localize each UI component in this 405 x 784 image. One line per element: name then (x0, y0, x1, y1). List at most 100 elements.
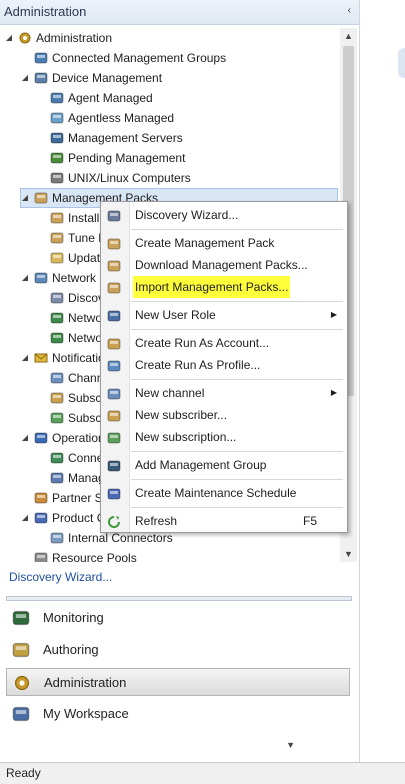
tree-item-label: Management Servers (68, 131, 183, 145)
tree-item-label: Administration (36, 31, 113, 45)
workspace-button-label: My Workspace (43, 706, 129, 721)
workspace-icon (12, 705, 30, 723)
connector-icon (50, 531, 64, 545)
tree-expander-icon[interactable]: ◢ (20, 428, 30, 448)
menu-separator (131, 301, 343, 302)
tree-item[interactable]: Resource Pools (0, 548, 340, 562)
collapse-pane-icon[interactable]: ‹ (348, 5, 351, 16)
menu-item-add-management-group[interactable]: Add Management Group (101, 454, 347, 476)
network-monitor-icon (34, 271, 48, 285)
tree-item[interactable]: Agentless Managed (0, 108, 340, 128)
menu-item-label: Refresh (135, 514, 178, 528)
runas-account-icon (107, 336, 121, 350)
subscription-icon (107, 430, 121, 444)
gear-icon (13, 674, 31, 692)
subscription-icon (50, 411, 64, 425)
menu-separator (131, 329, 343, 330)
tree-expander-icon[interactable]: ◢ (20, 268, 30, 288)
tree-item[interactable]: Connected Management Groups (0, 48, 340, 68)
tree-item[interactable]: Agent Managed (0, 88, 340, 108)
discovery-wizard-link[interactable]: Discovery Wizard... (9, 570, 112, 584)
maintenance-icon (107, 486, 121, 500)
product-icon (34, 511, 48, 525)
agent-icon (50, 91, 64, 105)
menu-item-label: New channel (135, 386, 205, 400)
menu-item-new-channel[interactable]: New channel ▶ (101, 382, 347, 404)
tree-expander-icon[interactable]: ◢ (20, 348, 30, 368)
workspace-button-authoring[interactable]: Authoring (6, 636, 350, 664)
tree-item-label: Connected Management Groups (52, 51, 227, 65)
tree-item-label: Agent Managed (68, 91, 153, 105)
menu-item-create-run-as-profile[interactable]: Create Run As Profile... (101, 354, 347, 376)
content-area (360, 0, 405, 762)
menu-item-label: New subscriber... (135, 408, 228, 422)
menu-item-label: Discovery Wizard... (135, 208, 239, 222)
workspace-button-monitoring[interactable]: Monitoring (6, 604, 350, 632)
channel-icon (50, 371, 64, 385)
menu-separator (131, 379, 343, 380)
discovery-icon (50, 291, 64, 305)
menu-separator (131, 451, 343, 452)
workspace-button-administration[interactable]: Administration (6, 668, 350, 696)
tree-expander-icon[interactable]: ◢ (20, 68, 30, 88)
globe-icon (50, 451, 64, 465)
workspace-button-my-workspace[interactable]: My Workspace (6, 700, 350, 728)
tree-item[interactable]: UNIX/Linux Computers (0, 168, 340, 188)
subscriber-icon (107, 408, 121, 422)
agentless-icon (50, 111, 64, 125)
menu-separator (131, 229, 343, 230)
network-device-icon (50, 311, 64, 325)
package-icon (50, 231, 64, 245)
menu-item-create-run-as-account[interactable]: Create Run As Account... (101, 332, 347, 354)
tree-item-label: UNIX/Linux Computers (68, 171, 191, 185)
tree-item-label: Resource Pools (52, 551, 137, 562)
menu-item-refresh[interactable]: Refresh F5 (101, 510, 347, 532)
tree-item-label: Notificatio (52, 351, 105, 365)
pane-splitter[interactable] (6, 596, 352, 601)
tree-item-label: Operation (52, 431, 105, 445)
workspace-button-label: Monitoring (43, 610, 104, 625)
package-icon (50, 211, 64, 225)
menu-item-label: Download Management Packs... (135, 258, 308, 272)
pane-header: Administration ‹ (0, 0, 359, 25)
menu-item-label: Create Maintenance Schedule (135, 486, 297, 500)
menu-item-new-subscriber[interactable]: New subscriber... (101, 404, 347, 426)
pending-icon (50, 151, 64, 165)
more-buttons-icon[interactable]: ▼ (286, 740, 295, 750)
status-text: Ready (6, 766, 41, 780)
scroll-up-icon[interactable]: ▲ (340, 28, 357, 44)
workspace-button-label: Administration (44, 675, 127, 690)
tree-item[interactable]: ◢ Device Management (0, 68, 340, 88)
network-device-icon (50, 331, 64, 345)
menu-item-create-management-pack[interactable]: Create Management Pack (101, 232, 347, 254)
pane-title: Administration (4, 4, 87, 19)
menu-item-new-subscription[interactable]: New subscription... (101, 426, 347, 448)
channel-icon (107, 386, 121, 400)
tree-item-label: Pending Management (68, 151, 186, 165)
runas-profile-icon (107, 358, 121, 372)
tree-item[interactable]: Management Servers (0, 128, 340, 148)
menu-item-label: Add Management Group (135, 458, 267, 472)
tree-expander-icon[interactable]: ◢ (20, 508, 30, 528)
updates-icon (50, 251, 64, 265)
menu-item-shortcut: F5 (302, 514, 317, 528)
add-group-icon (107, 458, 121, 472)
tree-item[interactable]: ◢ Administration (0, 28, 340, 48)
scroll-down-icon[interactable]: ▼ (340, 546, 357, 562)
content-decoration (398, 48, 405, 78)
menu-item-import-management-packs[interactable]: Import Management Packs... (101, 276, 347, 298)
menu-item-new-user-role[interactable]: New User Role ▶ (101, 304, 347, 326)
user-role-icon (107, 308, 121, 322)
tree-expander-icon[interactable]: ◢ (4, 28, 14, 48)
tree-item-label: Agentless Managed (68, 111, 175, 125)
menu-separator (131, 479, 343, 480)
menu-item-create-maintenance-schedule[interactable]: Create Maintenance Schedule (101, 482, 347, 504)
tree-expander-icon[interactable]: ◢ (20, 188, 30, 208)
menu-item-discovery-wizard[interactable]: Discovery Wizard... (101, 204, 347, 226)
submenu-arrow-icon: ▶ (330, 310, 337, 319)
gear-icon (18, 31, 32, 45)
download-icon (107, 258, 121, 272)
wizard-icon (107, 208, 121, 222)
tree-item[interactable]: Pending Management (0, 148, 340, 168)
menu-item-download-management-packs[interactable]: Download Management Packs... (101, 254, 347, 276)
